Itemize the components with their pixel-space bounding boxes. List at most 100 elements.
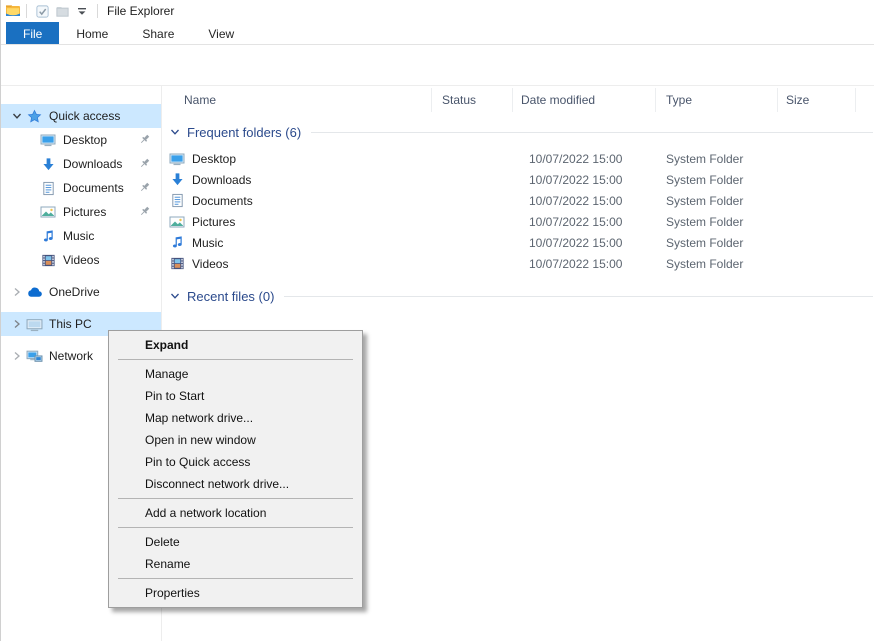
file-name: Downloads — [192, 173, 251, 187]
sidebar-item-downloads[interactable]: Downloads — [1, 152, 161, 176]
menu-item-map-network-drive[interactable]: Map network drive... — [109, 407, 362, 429]
documents-icon — [39, 181, 57, 196]
sidebar-item-label: Music — [63, 229, 94, 243]
column-header-row: Name Status Date modified Type Size — [162, 88, 874, 112]
sidebar-item-pictures[interactable]: Pictures — [1, 200, 161, 224]
file-name: Documents — [192, 194, 253, 208]
column-header-size[interactable]: Size — [778, 88, 856, 112]
column-header-type[interactable]: Type — [656, 88, 778, 112]
group-header-label: Frequent folders (6) — [187, 125, 301, 140]
menu-item-properties[interactable]: Properties — [109, 582, 362, 604]
chevron-expanded-icon[interactable] — [9, 111, 25, 121]
tab-home[interactable]: Home — [59, 22, 125, 44]
menu-item-expand[interactable]: Expand — [109, 334, 362, 356]
sidebar-item-music[interactable]: Music — [1, 224, 161, 248]
pin-icon — [138, 181, 151, 194]
sidebar-item-label: Desktop — [63, 133, 107, 147]
file-type: System Folder — [666, 194, 743, 208]
file-date-modified: 10/07/2022 15:00 — [529, 173, 622, 187]
sidebar-item-quick-access[interactable]: Quick access — [1, 104, 161, 128]
column-header-status[interactable]: Status — [432, 88, 513, 112]
sidebar-item-label: Quick access — [49, 109, 120, 123]
sidebar-item-desktop[interactable]: Desktop — [1, 128, 161, 152]
file-row-pictures[interactable]: Pictures 10/07/2022 15:00 System Folder — [162, 211, 874, 232]
qat-customize-dropdown[interactable] — [72, 2, 92, 20]
column-header-name[interactable]: Name — [162, 88, 432, 112]
file-name: Music — [192, 236, 223, 250]
group-header-recent-files[interactable]: Recent files (0) — [162, 286, 874, 306]
menu-separator — [118, 527, 353, 528]
menu-item-disconnect-network-drive[interactable]: Disconnect network drive... — [109, 473, 362, 495]
sidebar-item-label: OneDrive — [49, 285, 100, 299]
file-row-desktop[interactable]: Desktop 10/07/2022 15:00 System Folder — [162, 148, 874, 169]
tab-home-label: Home — [76, 27, 108, 41]
sidebar-item-onedrive[interactable]: OneDrive — [1, 280, 161, 304]
file-row-downloads[interactable]: Downloads 10/07/2022 15:00 System Folder — [162, 169, 874, 190]
tab-view[interactable]: View — [191, 22, 251, 44]
this-pc-context-menu: Expand Manage Pin to Start Map network d… — [108, 330, 363, 608]
menu-separator — [118, 498, 353, 499]
divider — [26, 4, 27, 18]
file-type: System Folder — [666, 173, 743, 187]
menu-item-delete[interactable]: Delete — [109, 531, 362, 553]
menu-item-pin-to-start[interactable]: Pin to Start — [109, 385, 362, 407]
group-rule — [311, 132, 873, 133]
group-rule — [284, 296, 873, 297]
chevron-expanded-icon[interactable] — [170, 291, 180, 301]
sidebar-item-label: Downloads — [63, 157, 122, 171]
videos-icon — [39, 253, 57, 268]
column-header-date-modified[interactable]: Date modified — [513, 88, 656, 112]
downloads-icon — [169, 172, 185, 187]
qat-new-folder-button[interactable] — [52, 2, 72, 20]
this-pc-icon — [25, 316, 43, 333]
quick-access-star-icon — [25, 109, 43, 124]
tab-share[interactable]: Share — [125, 22, 191, 44]
window-title: File Explorer — [107, 4, 174, 18]
menu-separator — [118, 578, 353, 579]
file-date-modified: 10/07/2022 15:00 — [529, 152, 622, 166]
chevron-collapsed-icon[interactable] — [9, 287, 25, 297]
pictures-icon — [39, 204, 57, 220]
file-date-modified: 10/07/2022 15:00 — [529, 257, 622, 271]
pin-icon — [138, 205, 151, 218]
group-header-label: Recent files (0) — [187, 289, 274, 304]
file-explorer-app-icon — [5, 3, 21, 19]
tab-file[interactable]: File — [6, 22, 59, 44]
chevron-collapsed-icon[interactable] — [9, 351, 25, 361]
file-row-videos[interactable]: Videos 10/07/2022 15:00 System Folder — [162, 253, 874, 274]
divider — [97, 4, 98, 18]
group-header-frequent-folders[interactable]: Frequent folders (6) — [162, 122, 874, 142]
sidebar-item-videos[interactable]: Videos — [1, 248, 161, 272]
chevron-expanded-icon[interactable] — [170, 127, 180, 137]
sidebar-item-label: Pictures — [63, 205, 106, 219]
title-bar: File Explorer — [1, 0, 874, 22]
sidebar-item-documents[interactable]: Documents — [1, 176, 161, 200]
documents-icon — [169, 193, 185, 208]
tab-file-label: File — [23, 27, 42, 41]
videos-icon — [169, 256, 185, 271]
file-name: Pictures — [192, 215, 235, 229]
sidebar-item-label: This PC — [49, 317, 92, 331]
file-row-documents[interactable]: Documents 10/07/2022 15:00 System Folder — [162, 190, 874, 211]
pictures-icon — [169, 214, 185, 230]
chevron-collapsed-icon[interactable] — [9, 319, 25, 329]
ribbon-tab-bar: File Home Share View — [1, 22, 874, 45]
desktop-icon — [169, 151, 185, 167]
network-icon — [25, 348, 43, 365]
sidebar-item-label: Videos — [63, 253, 99, 267]
file-name: Desktop — [192, 152, 236, 166]
downloads-icon — [39, 157, 57, 172]
menu-item-open-in-new-window[interactable]: Open in new window — [109, 429, 362, 451]
file-date-modified: 10/07/2022 15:00 — [529, 215, 622, 229]
qat-properties-button[interactable] — [32, 2, 52, 20]
menu-item-pin-to-quick-access[interactable]: Pin to Quick access — [109, 451, 362, 473]
menu-item-rename[interactable]: Rename — [109, 553, 362, 575]
menu-item-add-a-network-location[interactable]: Add a network location — [109, 502, 362, 524]
file-type: System Folder — [666, 152, 743, 166]
menu-item-manage[interactable]: Manage — [109, 363, 362, 385]
desktop-icon — [39, 132, 57, 148]
file-row-music[interactable]: Music 10/07/2022 15:00 System Folder — [162, 232, 874, 253]
file-type: System Folder — [666, 236, 743, 250]
file-type: System Folder — [666, 215, 743, 229]
file-type: System Folder — [666, 257, 743, 271]
